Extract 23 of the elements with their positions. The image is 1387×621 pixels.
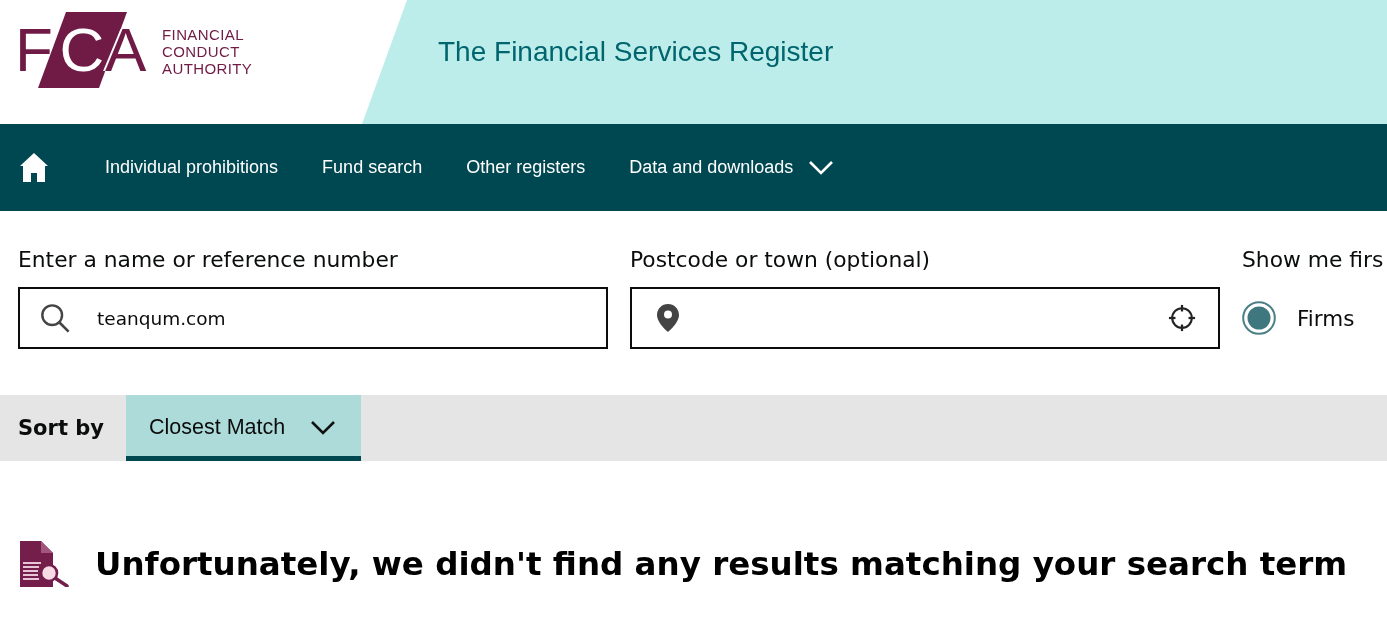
- nav-link[interactable]: Fund search: [322, 157, 423, 178]
- home-icon[interactable]: [20, 153, 48, 182]
- search-field[interactable]: teanqum.com: [18, 287, 608, 349]
- location-pin-icon: [657, 304, 679, 332]
- field-label: Postcode or town (optional): [630, 247, 932, 273]
- locate-icon[interactable]: [1168, 304, 1196, 332]
- search-icon: [40, 303, 70, 333]
- no-results-message: Unfortunately, we didn't find any results matching your search term: [95, 544, 1348, 584]
- sort-label: Sort by: [18, 415, 104, 442]
- field-label: Show me firs: [1242, 247, 1385, 273]
- location-field[interactable]: [630, 287, 1220, 349]
- chevron-down-icon: [808, 159, 835, 176]
- sort-dropdown[interactable]: Closest Match: [126, 395, 361, 461]
- document-search-icon: [20, 541, 70, 587]
- nav-link[interactable]: Other registers: [466, 157, 586, 178]
- nav-dropdown[interactable]: Data and downloads: [629, 157, 835, 178]
- site-title: The Financial Services Register: [438, 36, 834, 68]
- logo-wordmark: FINANCIAL CONDUCT AUTHORITY: [162, 26, 253, 77]
- radio-label[interactable]: Firms: [1297, 305, 1355, 331]
- radio-button[interactable]: [1242, 301, 1276, 335]
- field-label: Enter a name or reference number: [18, 247, 399, 273]
- chevron-down-icon: [310, 419, 336, 436]
- nav-link[interactable]: Individual prohibitions: [105, 157, 279, 178]
